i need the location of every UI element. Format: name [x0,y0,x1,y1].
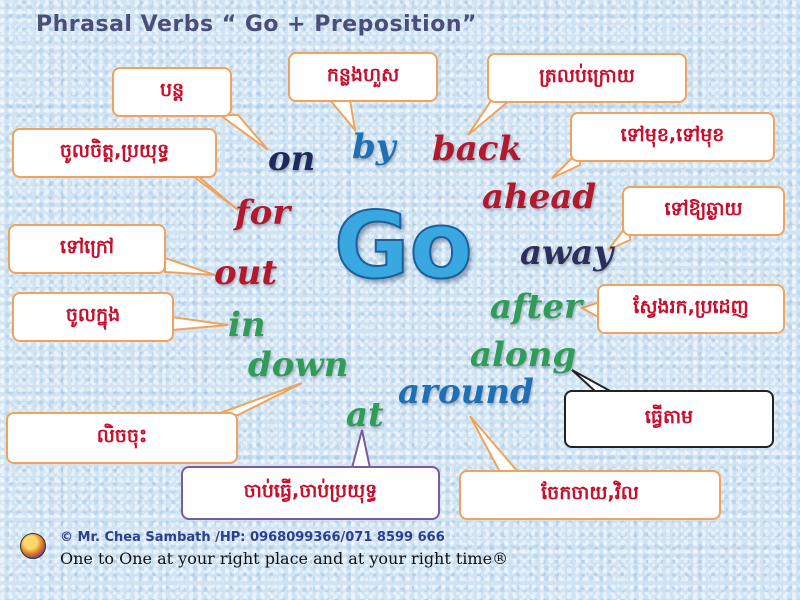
preposition-by: by [352,127,396,167]
meaning-text-back: ត្រលប់ក្រោយ [539,65,635,87]
meaning-bubble-after: ស្វែងរក,ប្រដេញ [597,284,785,334]
preposition-at: at [346,395,384,435]
pointer-at [350,429,372,469]
preposition-along: along [470,335,577,375]
meaning-text-out: ទៅក្រៅ [60,236,114,258]
meaning-bubble-in: ចូលក្នុង [12,292,174,342]
school-logo-icon [20,533,46,559]
preposition-down: down [248,345,349,385]
meaning-bubble-at: ចាប់ធ្វើ,ចាប់ប្រយុទ្ធ [181,466,440,520]
pointer-around [469,415,521,473]
meaning-bubble-away: ទៅឱ្យឆ្ងាយ [622,186,785,236]
meaning-text-after: ស្វែងរក,ប្រដេញ [633,296,749,318]
meaning-text-at: ចាប់ធ្វើ,ចាប់ប្រយុទ្ធ [243,480,378,502]
meaning-text-around: ចែកចាយ,វិល [541,482,639,504]
meaning-text-on: បន្ត [159,79,185,101]
meaning-bubble-back: ត្រលប់ក្រោយ [487,53,687,103]
pointer-down [214,382,303,416]
preposition-out: out [214,253,278,293]
pointer-by [327,99,357,134]
meaning-bubble-around: ចែកចាយ,វិល [459,470,721,520]
preposition-back: back [432,129,523,169]
pointer-out [164,256,216,276]
preposition-on: on [268,139,316,179]
meaning-text-away: ទៅឱ្យឆ្ងាយ [664,198,743,220]
meaning-text-for: ចូលចិត្ត,ប្រយុទ្ធ [59,140,170,162]
center-word-go: Go [333,192,474,299]
footer-tagline: One to One at your right place and at yo… [60,549,509,568]
meaning-text-in: ចូលក្នុង [65,304,121,326]
preposition-in: in [228,305,266,345]
meaning-bubble-ahead: ទៅមុខ,ទៅមុខ [570,112,775,162]
meaning-bubble-along: ធ្វើតាម [564,390,774,448]
preposition-for: for [235,193,291,233]
preposition-ahead: ahead [482,177,597,217]
meaning-bubble-for: ចូលចិត្ត,ប្រយុទ្ធ [12,128,217,178]
meaning-bubble-on: បន្ត [112,67,232,117]
meaning-bubble-out: ទៅក្រៅ [8,224,166,274]
preposition-after: after [490,287,582,327]
pointer-along [571,369,613,393]
meaning-bubble-down: លិចចុះ [6,412,238,464]
meaning-text-ahead: ទៅមុខ,ទៅមុខ [620,124,725,146]
pointer-in [171,315,229,332]
footer-credit: © Mr. Chea Sambath /HP: 0968099366/071 8… [60,530,445,545]
pointer-on [216,114,269,151]
meaning-text-along: ធ្វើតាម [644,406,694,428]
meaning-bubble-by: កន្លងហួស [288,52,438,102]
preposition-around: around [398,372,534,412]
meaning-text-by: កន្លងហួស [326,64,400,86]
meaning-text-down: លិចចុះ [96,425,148,447]
preposition-away: away [520,233,614,273]
